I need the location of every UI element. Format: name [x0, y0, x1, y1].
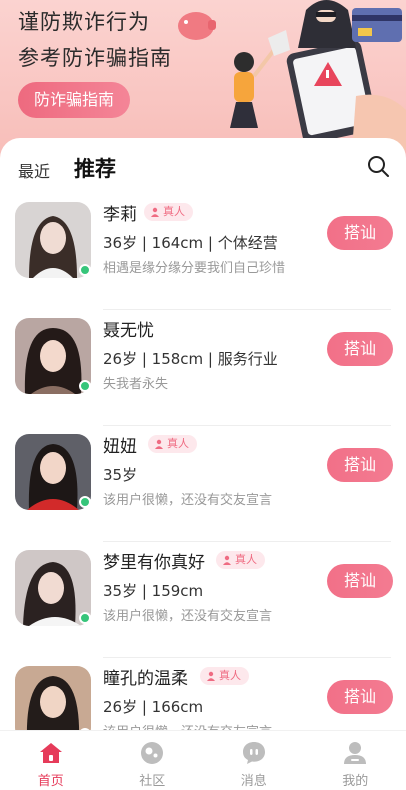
- tab-recent[interactable]: 最近: [18, 158, 50, 182]
- verified-badge: 真人: [148, 435, 197, 453]
- verified-label: 真人: [235, 553, 257, 566]
- user-name: 梦里有你真好: [103, 553, 205, 573]
- chat-up-button[interactable]: 搭讪: [327, 680, 393, 714]
- nav-label: 我的: [342, 774, 369, 789]
- main-card: 最近 推荐 李莉 真人 36岁 | 164cm | 个体经营 相遇是缘分缘分要我…: [0, 138, 406, 742]
- list-item[interactable]: 梦里有你真好 真人 35岁 | 159cm 该用户很懒，还没有交友宣言 搭讪: [0, 542, 406, 658]
- chat-up-button[interactable]: 搭讪: [327, 564, 393, 598]
- chat-up-button[interactable]: 搭讪: [327, 448, 393, 482]
- list-item[interactable]: 妞妞 真人 35岁 该用户很懒，还没有交友宣言 搭讪: [0, 426, 406, 542]
- user-info: 35岁: [103, 466, 138, 484]
- online-status-dot: [79, 380, 91, 392]
- user-name: 瞳孔的温柔: [103, 669, 188, 689]
- user-motto: 相遇是缘分缘分要我们自己珍惜: [103, 261, 286, 276]
- nav-label: 消息: [240, 774, 267, 789]
- verified-label: 真人: [219, 669, 241, 682]
- nav-label: 社区: [139, 774, 166, 789]
- online-status-dot: [79, 264, 91, 276]
- person-icon: [207, 671, 215, 681]
- user-motto: 失我者永失: [103, 377, 169, 392]
- user-motto: 该用户很懒，还没有交友宣言: [103, 609, 273, 624]
- message-icon: [242, 742, 265, 764]
- nav-community[interactable]: 社区: [102, 731, 204, 790]
- verified-label: 真人: [167, 437, 189, 450]
- profile-icon: [344, 742, 367, 764]
- tab-bar: 最近 推荐: [0, 138, 406, 192]
- list-item[interactable]: 聂无忧 26岁 | 158cm | 服务行业 失我者永失 搭讪: [0, 310, 406, 426]
- person-icon: [155, 439, 163, 449]
- online-status-dot: [79, 496, 91, 508]
- banner-title-line2: 参考防诈骗指南: [18, 46, 172, 70]
- home-icon: [39, 743, 62, 763]
- nav-messages[interactable]: 消息: [203, 731, 305, 790]
- person-icon: [223, 555, 231, 565]
- chat-up-button[interactable]: 搭讪: [327, 216, 393, 250]
- user-info: 36岁 | 164cm | 个体经营: [103, 234, 278, 252]
- search-icon[interactable]: [366, 154, 390, 178]
- verified-label: 真人: [163, 205, 185, 218]
- person-icon: [151, 207, 159, 217]
- user-info: 35岁 | 159cm: [103, 582, 204, 600]
- community-icon: [141, 742, 164, 764]
- anti-fraud-guide-button[interactable]: 防诈骗指南: [18, 82, 130, 118]
- anti-fraud-banner[interactable]: 谨防欺诈行为 参考防诈骗指南 防诈骗指南: [0, 0, 406, 160]
- banner-title-line1: 谨防欺诈行为: [18, 10, 150, 34]
- user-name: 聂无忧: [103, 321, 154, 341]
- banner-illustration: [178, 0, 406, 150]
- nav-label: 首页: [37, 774, 64, 789]
- user-name: 妞妞: [103, 437, 137, 457]
- user-info: 26岁 | 158cm | 服务行业: [103, 350, 278, 368]
- verified-badge: 真人: [216, 551, 265, 569]
- nav-profile[interactable]: 我的: [305, 731, 406, 790]
- verified-badge: 真人: [200, 667, 249, 685]
- verified-badge: 真人: [144, 203, 193, 221]
- chat-up-button[interactable]: 搭讪: [327, 332, 393, 366]
- user-name: 李莉: [103, 205, 137, 225]
- list-item[interactable]: 李莉 真人 36岁 | 164cm | 个体经营 相遇是缘分缘分要我们自己珍惜 …: [0, 194, 406, 310]
- tab-recommend[interactable]: 推荐: [74, 153, 116, 183]
- bottom-navigation: 首页 社区 消息 我的: [0, 730, 406, 790]
- user-motto: 该用户很懒，还没有交友宣言: [103, 493, 273, 508]
- online-status-dot: [79, 612, 91, 624]
- nav-home[interactable]: 首页: [0, 731, 102, 790]
- user-list: 李莉 真人 36岁 | 164cm | 个体经营 相遇是缘分缘分要我们自己珍惜 …: [0, 194, 406, 774]
- user-info: 26岁 | 166cm: [103, 698, 204, 716]
